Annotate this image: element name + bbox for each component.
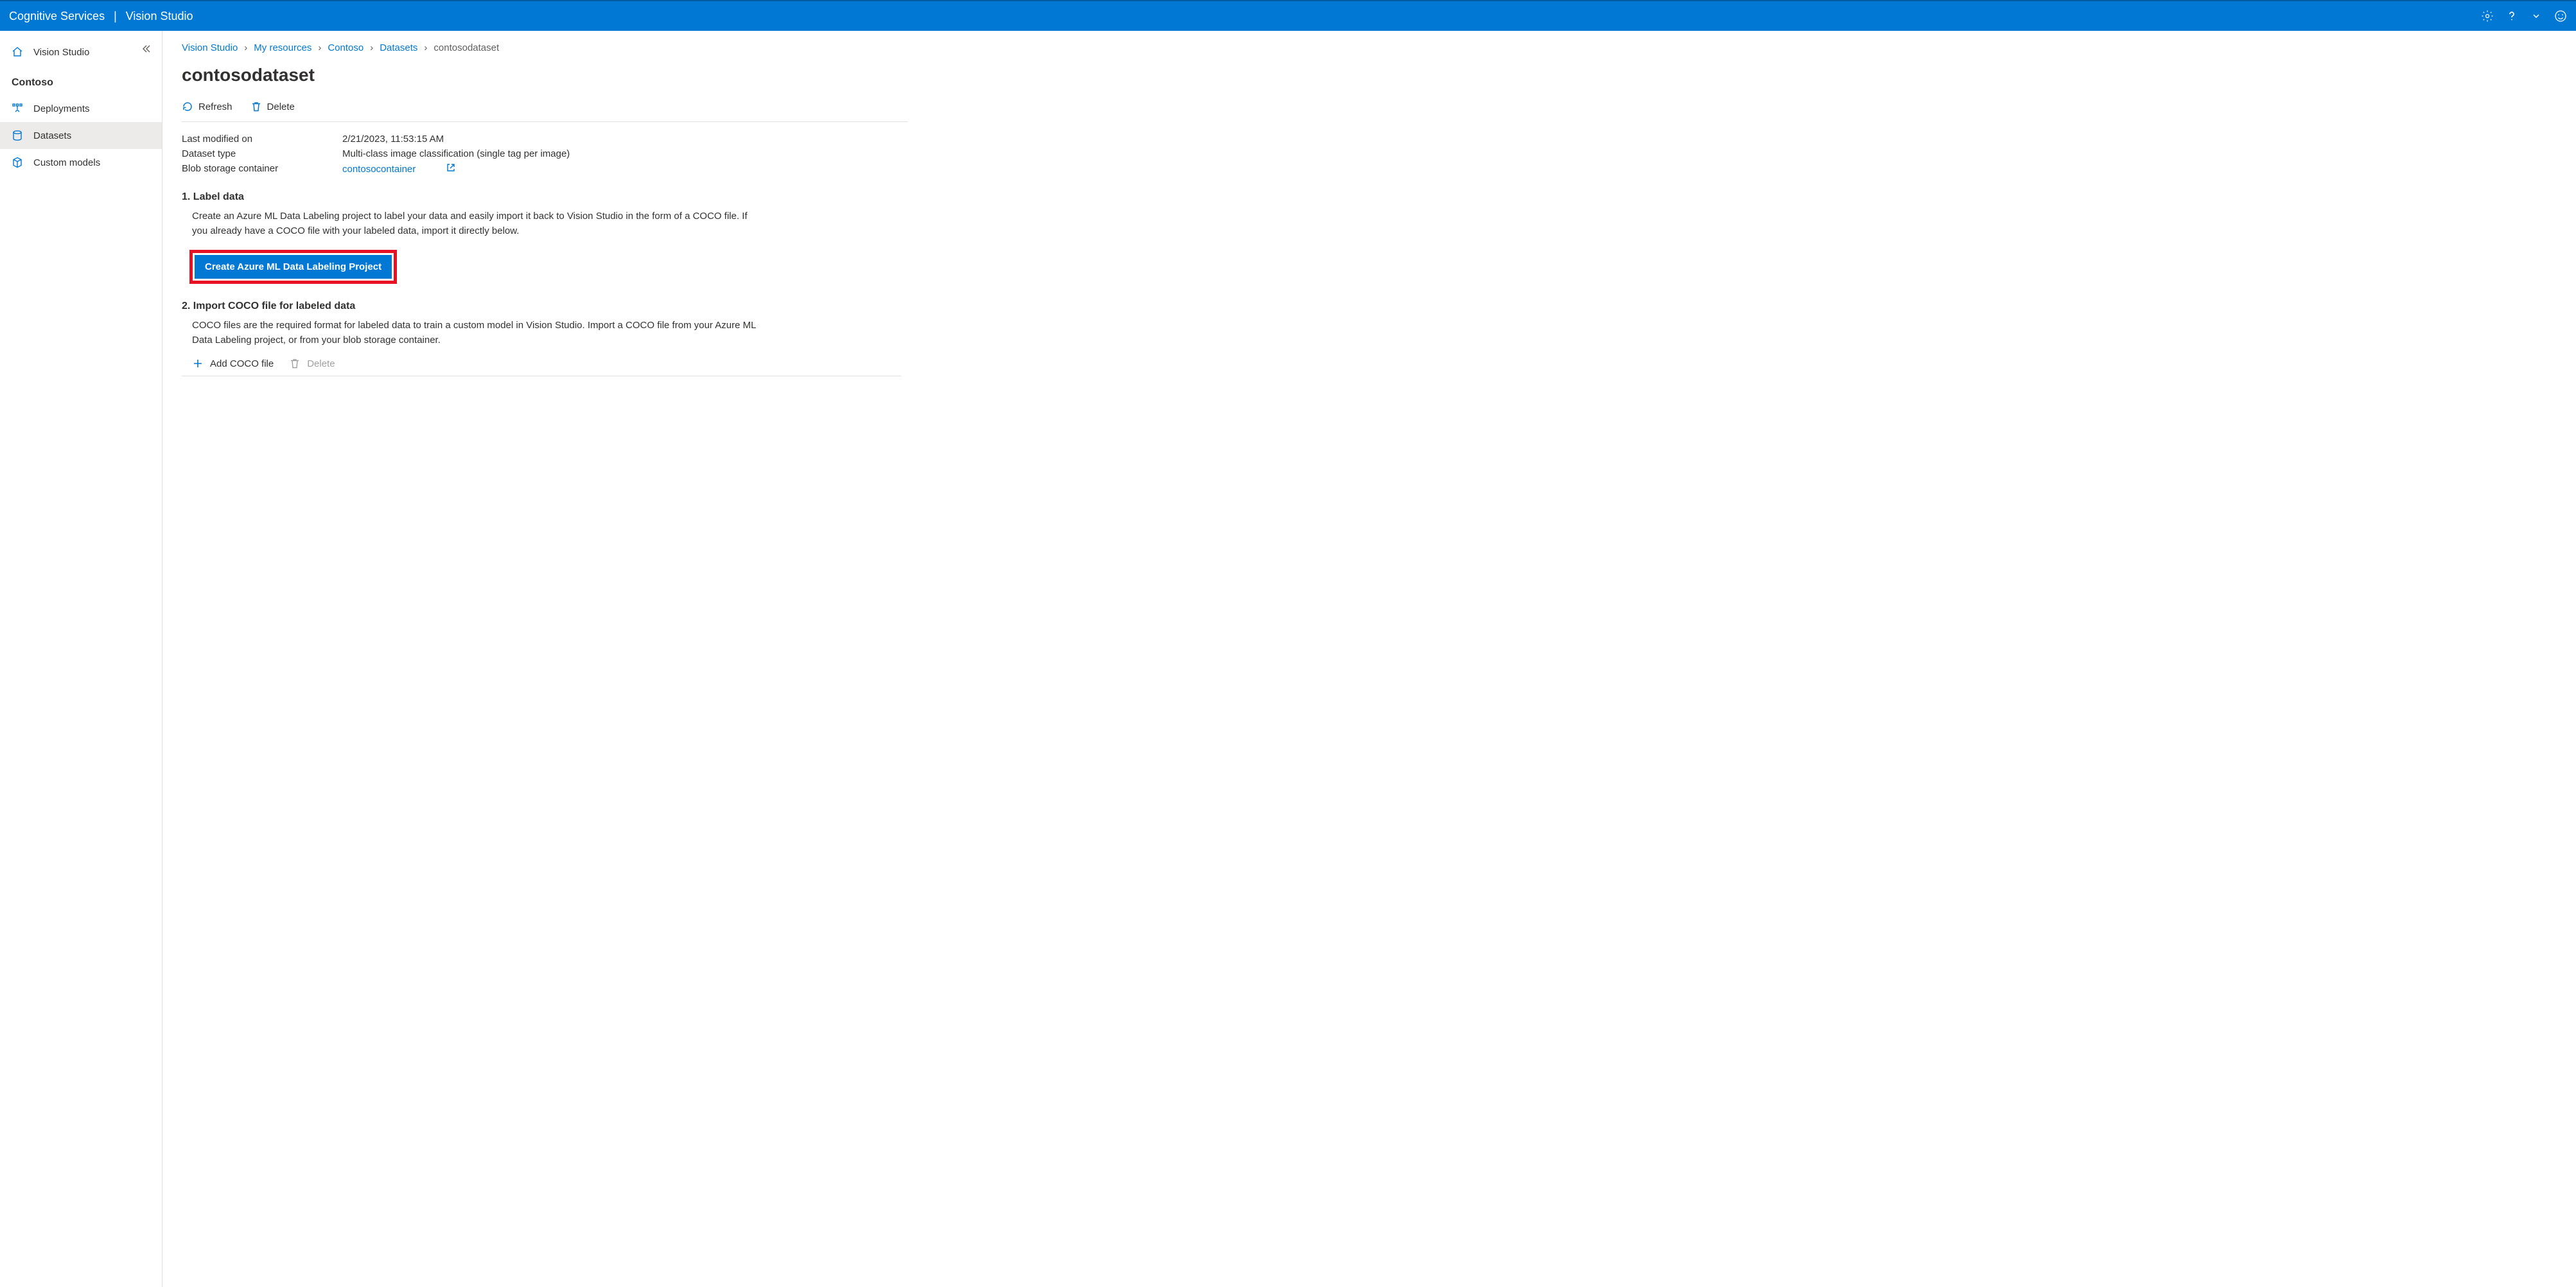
label-data-heading: 1. Label data xyxy=(182,191,907,203)
refresh-label: Refresh xyxy=(198,101,232,112)
sidebar-item-custom-models[interactable]: Custom models xyxy=(0,149,162,176)
page-title: contosodataset xyxy=(182,65,907,85)
chevron-down-icon[interactable] xyxy=(2530,10,2543,22)
settings-icon[interactable] xyxy=(2481,10,2494,22)
custom-models-icon xyxy=(12,157,23,168)
trash-icon xyxy=(250,101,262,112)
feedback-smiley-icon[interactable] xyxy=(2554,10,2567,22)
delete-coco-button: Delete xyxy=(289,358,335,369)
sidebar-resource-title: Contoso xyxy=(0,66,162,95)
sidebar-home-label: Vision Studio xyxy=(33,47,89,58)
breadcrumb-link[interactable]: Contoso xyxy=(328,42,364,53)
last-modified-label: Last modified on xyxy=(182,134,342,144)
refresh-icon xyxy=(182,101,193,112)
home-icon xyxy=(12,46,23,58)
sidebar: Vision Studio Contoso Deployments Datase… xyxy=(0,31,162,1287)
label-data-section: 1. Label data Create an Azure ML Data La… xyxy=(182,191,907,284)
blob-container-link[interactable]: contosocontainer xyxy=(342,164,416,175)
trash-icon xyxy=(289,358,301,369)
delete-button[interactable]: Delete xyxy=(250,101,295,112)
plus-icon xyxy=(192,358,204,369)
sidebar-item-datasets[interactable]: Datasets xyxy=(0,122,162,149)
top-bar-actions xyxy=(2481,10,2567,22)
breadcrumb: Vision Studio › My resources › Contoso ›… xyxy=(182,42,907,53)
breadcrumb-link[interactable]: Datasets xyxy=(380,42,417,53)
coco-action-row: Add COCO file Delete xyxy=(182,358,901,376)
help-icon[interactable] xyxy=(2505,10,2518,22)
breadcrumb-sep: › xyxy=(244,42,247,53)
deployments-icon xyxy=(12,103,23,114)
import-coco-heading: 2. Import COCO file for labeled data xyxy=(182,301,907,312)
breadcrumb-sep: › xyxy=(424,42,427,53)
product-name: Vision Studio xyxy=(126,10,193,23)
blob-container-label: Blob storage container xyxy=(182,163,342,175)
import-coco-section: 2. Import COCO file for labeled data COC… xyxy=(182,301,907,376)
sidebar-item-label: Custom models xyxy=(33,157,100,168)
dataset-metadata: Last modified on 2/21/2023, 11:53:15 AM … xyxy=(182,134,907,175)
add-coco-file-button[interactable]: Add COCO file xyxy=(192,358,274,369)
breadcrumb-link[interactable]: Vision Studio xyxy=(182,42,238,53)
last-modified-value: 2/21/2023, 11:53:15 AM xyxy=(342,134,444,144)
main-content: Vision Studio › My resources › Contoso ›… xyxy=(162,31,2576,1287)
sidebar-item-label: Datasets xyxy=(33,130,71,141)
import-coco-description: COCO files are the required format for l… xyxy=(182,319,760,347)
sidebar-item-home[interactable]: Vision Studio xyxy=(0,39,162,66)
delete-label: Delete xyxy=(267,101,295,112)
breadcrumb-sep: › xyxy=(370,42,373,53)
datasets-icon xyxy=(12,130,23,141)
toolbar: Refresh Delete xyxy=(182,101,907,122)
dataset-type-label: Dataset type xyxy=(182,148,342,159)
breadcrumb-current: contosodataset xyxy=(434,42,499,53)
sidebar-item-deployments[interactable]: Deployments xyxy=(0,95,162,122)
top-bar: Cognitive Services | Vision Studio xyxy=(0,0,2576,31)
dataset-type-value: Multi-class image classification (single… xyxy=(342,148,570,159)
external-link-icon[interactable] xyxy=(446,163,455,172)
sidebar-item-label: Deployments xyxy=(33,103,90,114)
breadcrumb-sep: › xyxy=(318,42,321,53)
title-divider: | xyxy=(114,10,117,23)
breadcrumb-link[interactable]: My resources xyxy=(254,42,311,53)
collapse-sidebar-icon[interactable] xyxy=(141,44,152,56)
add-coco-label: Add COCO file xyxy=(210,358,274,369)
brand-name: Cognitive Services xyxy=(9,10,105,23)
top-bar-title: Cognitive Services | Vision Studio xyxy=(9,10,193,23)
create-labeling-project-button[interactable]: Create Azure ML Data Labeling Project xyxy=(195,255,392,279)
label-data-description: Create an Azure ML Data Labeling project… xyxy=(182,209,760,238)
delete-coco-label: Delete xyxy=(307,358,335,369)
highlighted-annotation: Create Azure ML Data Labeling Project xyxy=(189,250,397,284)
refresh-button[interactable]: Refresh xyxy=(182,101,232,112)
